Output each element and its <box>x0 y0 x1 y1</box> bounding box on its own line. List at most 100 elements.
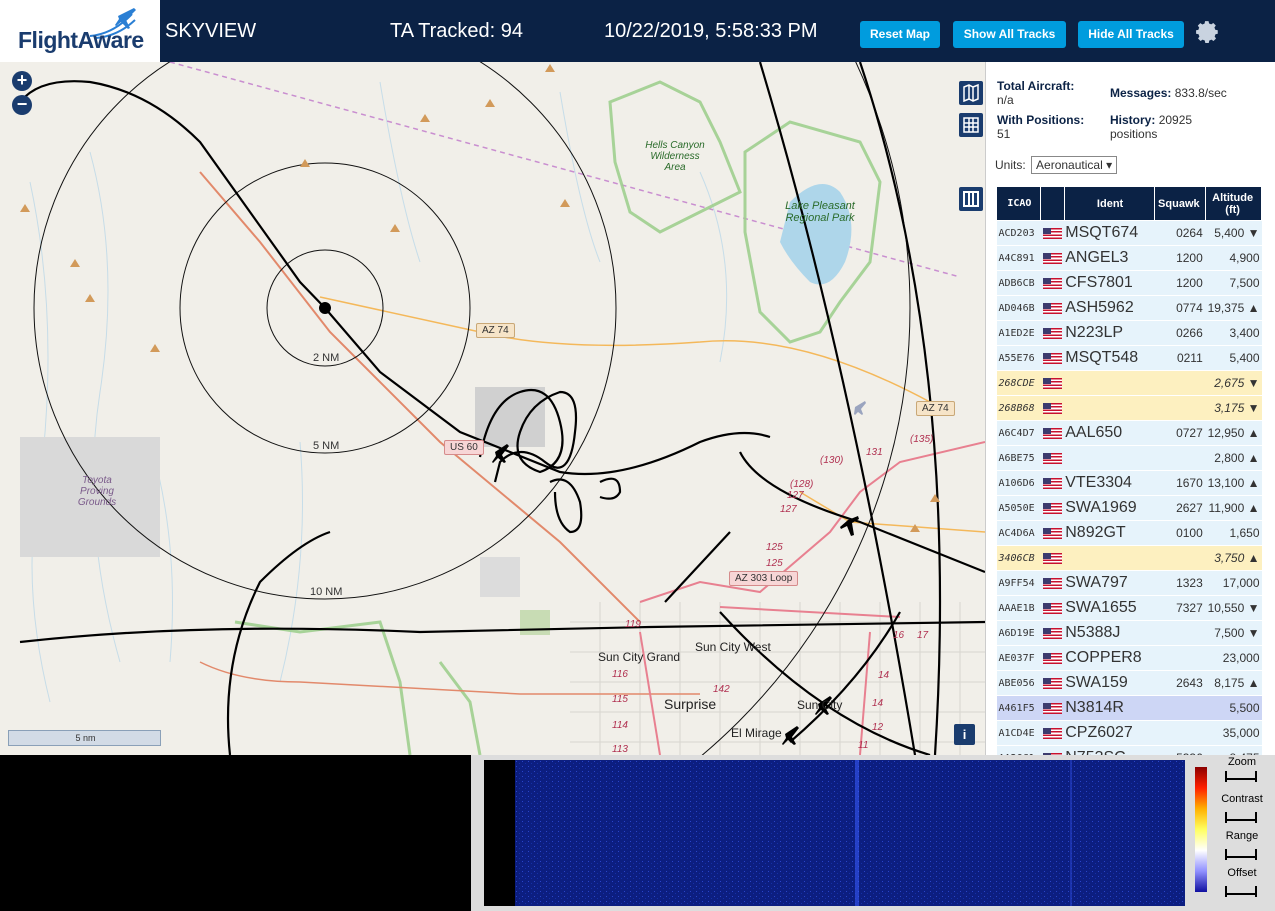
us-flag-icon <box>1042 528 1062 540</box>
column-header-squawk[interactable]: Squawk <box>1154 186 1207 221</box>
route-number: 142 <box>713 684 730 695</box>
gear-icon[interactable] <box>1195 19 1221 45</box>
us-flag-icon <box>1042 628 1062 640</box>
ident-cell <box>1064 545 1155 571</box>
column-header-altitude[interactable]: Altitude (ft) <box>1205 186 1262 221</box>
zoom-in-button[interactable]: + <box>12 71 32 91</box>
icao-cell: A106D6 <box>996 470 1041 496</box>
aircraft-row[interactable]: 268B68 3,175 ▼ <box>996 395 1262 421</box>
map-grid-button[interactable] <box>959 113 983 137</box>
squawk-cell <box>1154 395 1206 421</box>
column-header-icao[interactable]: ICAO <box>996 186 1041 221</box>
ident-cell: SWA797 <box>1064 570 1155 596</box>
us-flag-icon <box>1042 503 1062 515</box>
squawk-cell <box>1154 645 1206 671</box>
squawk-cell: 0100 <box>1154 520 1206 546</box>
altitude-cell: 17,000 <box>1205 570 1262 596</box>
map-canvas[interactable] <box>0 62 985 755</box>
ident-cell: SWA1655 <box>1064 595 1155 621</box>
aircraft-row[interactable]: A1CD4E CPZ6027 35,000 <box>996 720 1262 746</box>
zoom-out-button[interactable]: − <box>12 95 32 115</box>
aircraft-row[interactable]: 268CDE 2,675 ▼ <box>996 370 1262 396</box>
zoom-slider[interactable] <box>1225 771 1257 782</box>
route-number: 125 <box>766 558 783 569</box>
altitude-cell: 12,950 ▲ <box>1205 420 1262 446</box>
aircraft-row[interactable]: A4C891 ANGEL3 1200 4,900 <box>996 245 1262 271</box>
aircraft-row[interactable]: ABE056 SWA159 2643 8,175 ▲ <box>996 670 1262 696</box>
aircraft-row[interactable]: A461F5 N3814R 5,500 <box>996 695 1262 721</box>
icao-cell: A55E76 <box>996 345 1041 371</box>
column-header-flag[interactable] <box>1039 186 1065 221</box>
ident-cell: N892GT <box>1064 520 1155 546</box>
altitude-cell: 7,500 <box>1205 270 1262 296</box>
aircraft-row[interactable]: 3406CB 3,750 ▲ <box>996 545 1262 571</box>
route-number: 12 <box>872 722 884 733</box>
icao-cell: A9FF54 <box>996 570 1041 596</box>
icao-cell: ACD203 <box>996 220 1041 246</box>
flightaware-logo[interactable]: FlightAware <box>0 0 160 62</box>
contrast-slider[interactable] <box>1225 812 1257 823</box>
aircraft-row[interactable]: A6D19E N5388J 7,500 ▼ <box>996 620 1262 646</box>
aircraft-row[interactable]: ACD203 MSQT674 0264 5,400 ▼ <box>996 220 1262 246</box>
flag-cell <box>1040 470 1065 496</box>
us-flag-icon <box>1042 403 1062 415</box>
flag-cell <box>1040 720 1065 746</box>
route-number: 127 <box>787 490 804 501</box>
with-positions-label: With Positions: <box>997 113 1085 127</box>
route-number: 127 <box>780 504 797 515</box>
columns-toggle-button[interactable] <box>959 187 983 211</box>
column-header-ident[interactable]: Ident <box>1063 186 1156 221</box>
offset-slider[interactable] <box>1225 886 1257 897</box>
us-flag-icon <box>1042 703 1062 715</box>
columns-icon <box>963 191 979 207</box>
show-all-tracks-button[interactable]: Show All Tracks <box>953 21 1066 48</box>
us-flag-icon <box>1042 553 1062 565</box>
reset-map-button[interactable]: Reset Map <box>860 21 940 48</box>
range-slider[interactable] <box>1225 849 1257 860</box>
history-label: History: <box>1110 113 1156 127</box>
aircraft-row[interactable]: AD046B ASH5962 0774 19,375 ▲ <box>996 295 1262 321</box>
map-layers-button[interactable] <box>959 81 983 105</box>
aircraft-row[interactable]: A5050E SWA1969 2627 11,900 ▲ <box>996 495 1262 521</box>
icao-cell: AD046B <box>996 295 1041 321</box>
us-flag-icon <box>1042 453 1062 465</box>
range-label: Range <box>1225 830 1259 842</box>
ring-label: 5 NM <box>313 440 340 452</box>
units-select[interactable]: Aeronautical ▾ <box>1031 156 1118 174</box>
aircraft-row[interactable]: AC4D6A N892GT 0100 1,650 <box>996 520 1262 546</box>
flag-cell <box>1040 620 1065 646</box>
squawk-cell: 7327 <box>1154 595 1206 621</box>
altitude-cell: 10,550 ▼ <box>1205 595 1262 621</box>
place-label: Sun City West <box>695 640 771 654</box>
altitude-cell: 35,000 <box>1205 720 1262 746</box>
route-number: 14 <box>878 670 890 681</box>
aircraft-row[interactable]: A55E76 MSQT548 0211 5,400 <box>996 345 1262 371</box>
icao-cell: 268CDE <box>996 370 1041 396</box>
history-stat: History: 20925 positions <box>1110 113 1220 141</box>
aircraft-row[interactable]: AAAE1B SWA1655 7327 10,550 ▼ <box>996 595 1262 621</box>
aircraft-row[interactable]: AE037F COPPER8 23,000 <box>996 645 1262 671</box>
altitude-cell: 5,500 <box>1205 695 1262 721</box>
grid-icon <box>963 117 979 133</box>
spectrum-gutter <box>484 760 516 906</box>
aircraft-icon[interactable] <box>854 401 866 415</box>
altitude-cell: 5,400 <box>1205 345 1262 371</box>
aircraft-row[interactable]: AA26C1 N753SC53368,475 <box>996 745 1262 755</box>
hide-all-tracks-button[interactable]: Hide All Tracks <box>1078 21 1184 48</box>
sidebar-panel: Total Aircraft: n/a With Positions: 51 M… <box>985 62 1275 755</box>
place-label: Hells Canyon Wilderness Area <box>645 140 705 173</box>
aircraft-row[interactable]: A1ED2E N223LP 0266 3,400 <box>996 320 1262 346</box>
flag-cell <box>1040 670 1065 696</box>
aircraft-row[interactable]: A6BE75 2,800 ▲ <box>996 445 1262 471</box>
route-number: (128) <box>790 479 814 490</box>
aircraft-row[interactable]: ADB6CB CFS7801 1200 7,500 <box>996 270 1262 296</box>
aircraft-row[interactable]: A9FF54 SWA797 1323 17,000 <box>996 570 1262 596</box>
map-view[interactable]: 2 NM 5 NM 10 NM Hells Canyon Wilderness … <box>0 62 985 755</box>
aircraft-row[interactable]: A106D6 VTE3304 1670 13,100 ▲ <box>996 470 1262 496</box>
flag-cell <box>1040 270 1065 296</box>
info-button[interactable]: i <box>954 724 975 745</box>
aircraft-row[interactable]: A6C4D7 AAL650 0727 12,950 ▲ <box>996 420 1262 446</box>
waterfall-canvas <box>515 760 1185 906</box>
altitude-cell: 8,475 <box>1205 745 1262 755</box>
us-flag-icon <box>1042 428 1062 440</box>
